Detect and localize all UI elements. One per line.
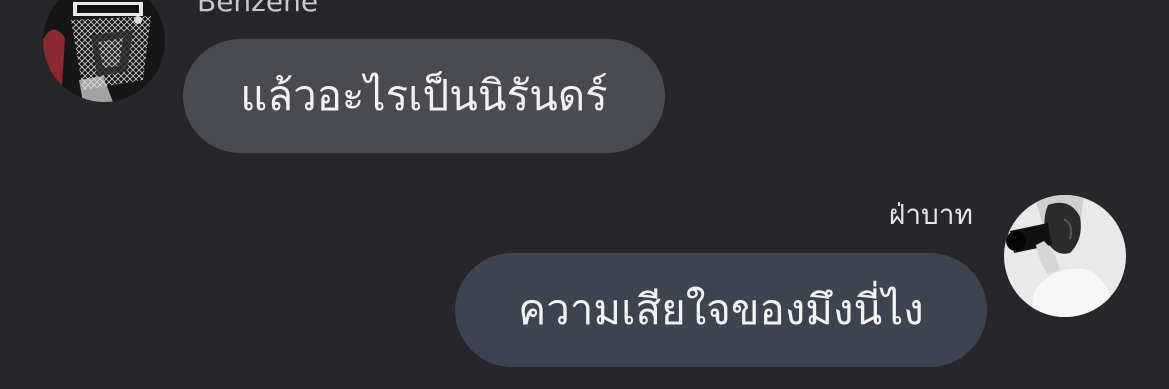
sender-name: ฝ่าบาท (888, 198, 973, 231)
chat-view: Benzene แล้วอะไรเป็นนิรันดร์ ฝ่าบาท ความ… (0, 0, 1169, 389)
outgoing-message-bubble[interactable]: ความเสียใจของมึงนี่ไง (455, 253, 987, 367)
message-text: ความเสียใจของมึงนี่ไง (518, 285, 924, 334)
incoming-message-bubble[interactable]: แล้วอะไรเป็นนิรันดร์ (183, 39, 665, 153)
sender-avatar[interactable] (43, 0, 165, 102)
message-text: แล้วอะไรเป็นนิรันดร์ (240, 71, 608, 120)
sender-name: Benzene (197, 0, 319, 18)
profile-avatar-light-icon (1004, 195, 1126, 317)
profile-avatar-dark-icon (43, 0, 165, 102)
sender-avatar[interactable] (1004, 195, 1126, 317)
